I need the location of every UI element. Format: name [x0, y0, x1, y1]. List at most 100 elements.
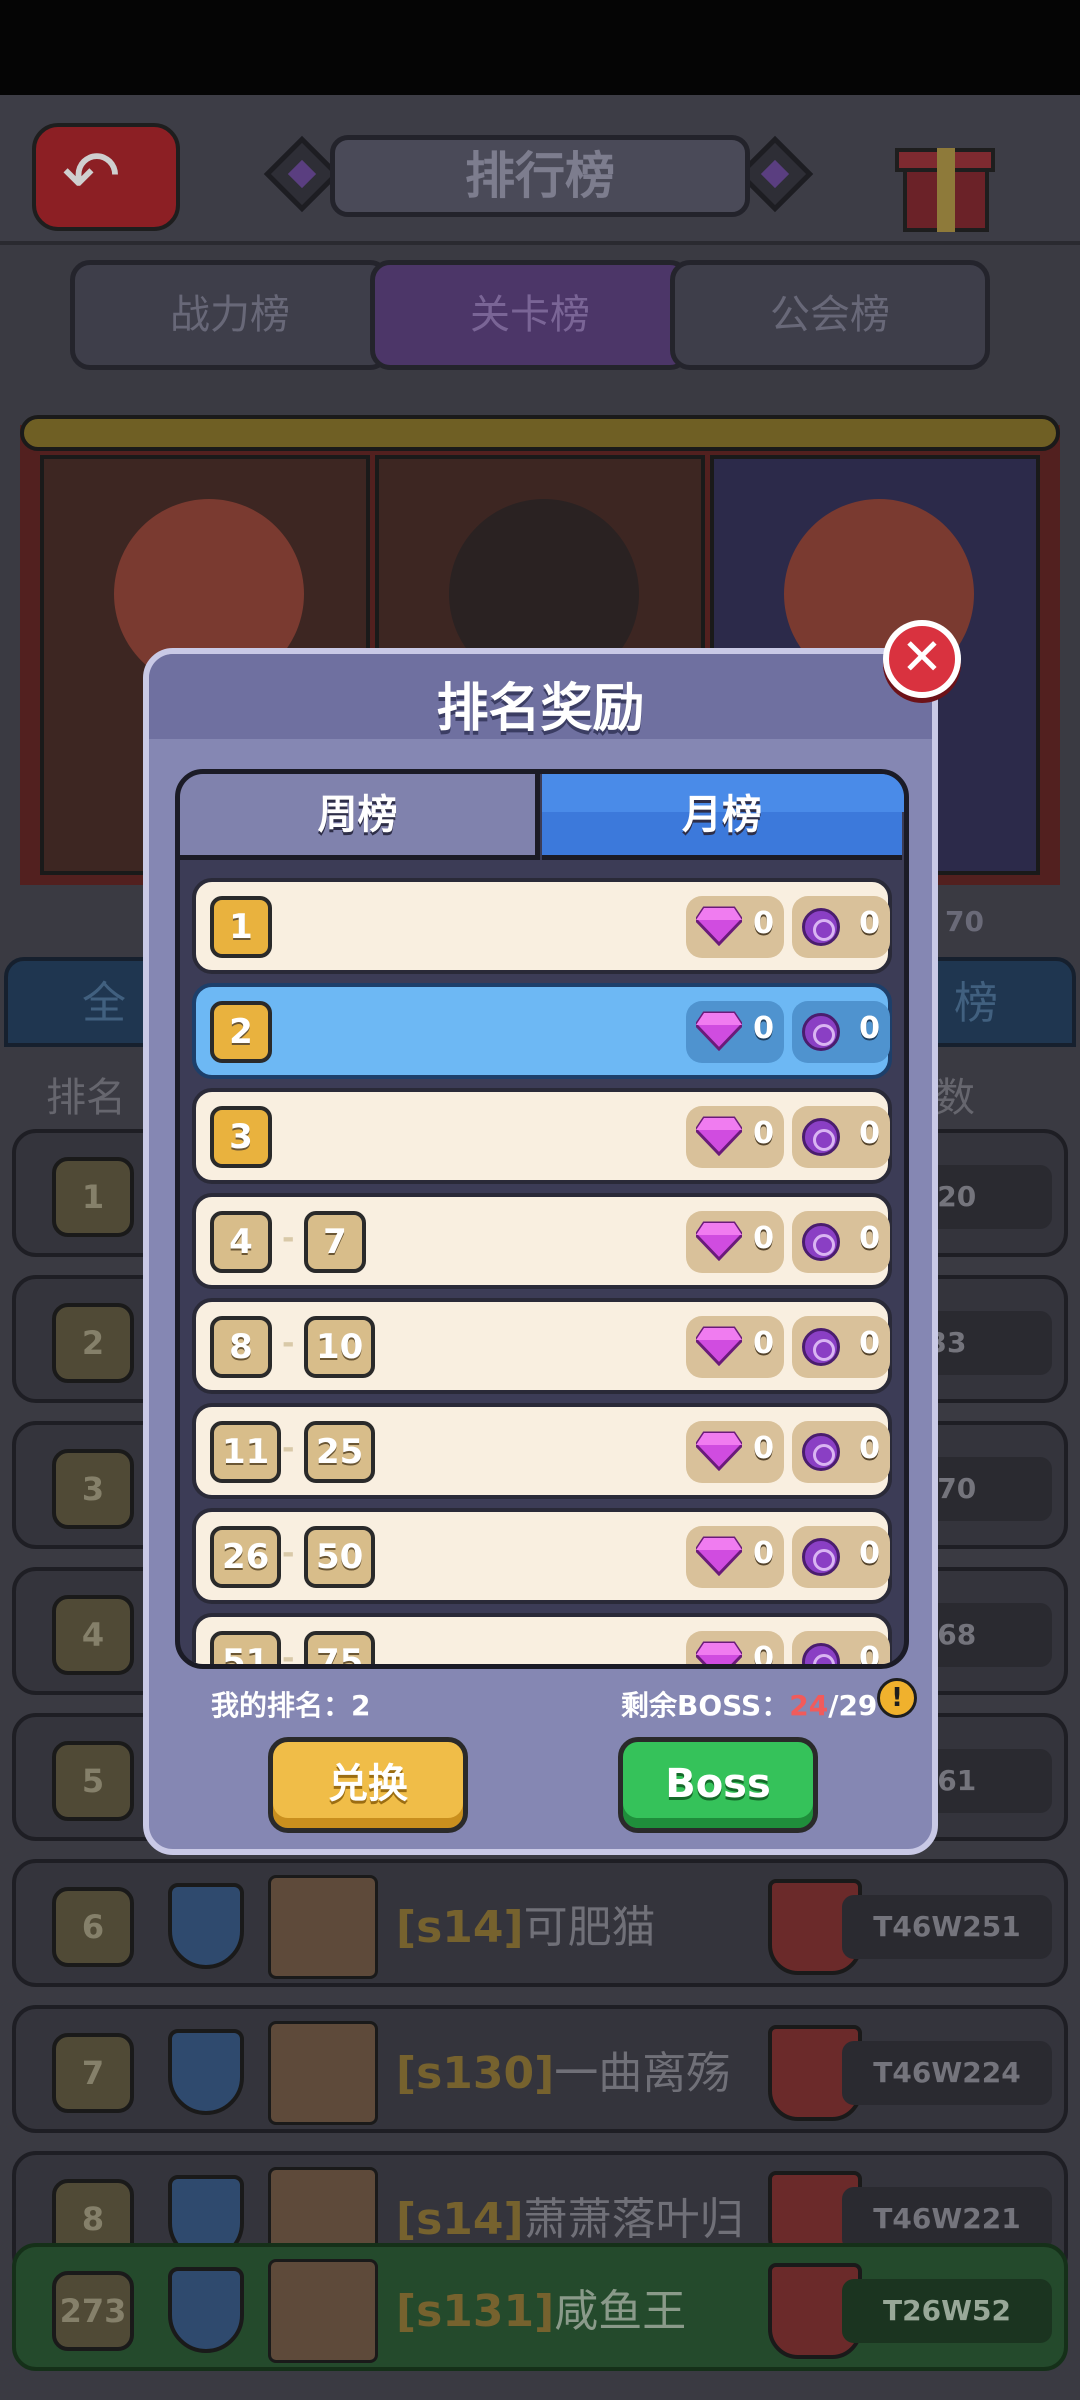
- coin-reward: 0: [792, 896, 890, 958]
- rank-reward-dialog: 排名奖励 周榜 月榜 1 0 0 2 0 0 3 0 0 4 - 7 0 0 8…: [143, 648, 938, 1855]
- boss-button[interactable]: Boss: [618, 1737, 818, 1833]
- boss-remaining: 剩余BOSS：24/29: [621, 1684, 877, 1724]
- gem-amount: 0: [753, 1326, 774, 1361]
- gem-reward: 0: [686, 1211, 784, 1273]
- table-row[interactable]: 7 [s130]一曲离殇 T46W224: [12, 2005, 1068, 2133]
- boss-label: 剩余BOSS：: [621, 1689, 790, 1722]
- gem-amount: 0: [753, 1221, 774, 1256]
- server-tag: [s14]: [396, 2194, 524, 2245]
- column-rank: 排名: [46, 1075, 126, 1121]
- gem-icon: [696, 1431, 742, 1471]
- rank-badge: 7: [52, 2033, 134, 2113]
- coin-reward: 0: [792, 1526, 890, 1588]
- server-tag: [s131]: [396, 2286, 555, 2337]
- reward-list[interactable]: 1 0 0 2 0 0 3 0 0 4 - 7 0 0 8 - 10 0 0 1…: [180, 870, 904, 1669]
- my-rank-value: 2: [351, 1689, 371, 1722]
- coin-icon: [802, 1433, 840, 1471]
- coin-amount: 0: [859, 1641, 880, 1669]
- coin-amount: 0: [859, 1431, 880, 1466]
- player-name: [s131]咸鱼王: [396, 2275, 686, 2339]
- rank-from: 1: [210, 896, 272, 958]
- reward-row: 3 0 0: [192, 1088, 892, 1184]
- title-ornament-left: [263, 135, 341, 213]
- shield-icon: [168, 1883, 244, 1969]
- rank-badge: 1: [52, 1157, 134, 1237]
- gem-reward: 0: [686, 1631, 784, 1669]
- reward-list-frame: 周榜 月榜 1 0 0 2 0 0 3 0 0 4 - 7 0 0 8 - 10…: [175, 769, 909, 1669]
- my-rank-row[interactable]: 273 [s131]咸鱼王 T26W52: [12, 2243, 1068, 2371]
- rank-from: 4: [210, 1211, 272, 1273]
- coin-amount: 0: [859, 1536, 880, 1571]
- gem-reward: 0: [686, 1421, 784, 1483]
- gem-amount: 0: [753, 906, 774, 941]
- rank-from: 8: [210, 1316, 272, 1378]
- gem-amount: 0: [753, 1116, 774, 1151]
- tab-monthly[interactable]: 月榜: [542, 774, 904, 860]
- podium-value: 70: [945, 905, 984, 938]
- boss-current: 24: [789, 1689, 829, 1722]
- range-dash: -: [282, 1431, 295, 1466]
- coin-icon: [802, 1328, 840, 1366]
- rank-badge: 4: [52, 1595, 134, 1675]
- player-name: [s14]萧萧落叶归: [396, 2183, 744, 2247]
- table-row[interactable]: 6 [s14]可肥猫 T46W251: [12, 1859, 1068, 1987]
- reward-row: 8 - 10 0 0: [192, 1298, 892, 1394]
- player-name-text: 咸鱼王: [554, 2286, 687, 2337]
- ranking-type-tabs: 战力榜 关卡榜 公会榜: [30, 260, 1050, 370]
- gem-reward: 0: [686, 1316, 784, 1378]
- server-tag: [s14]: [396, 1902, 524, 1953]
- coin-amount: 0: [859, 1116, 880, 1151]
- tab-weekly[interactable]: 周榜: [180, 774, 540, 860]
- tab-power[interactable]: 战力榜: [70, 260, 390, 370]
- player-name-text: 萧萧落叶归: [523, 2194, 744, 2245]
- gem-amount: 0: [753, 1641, 774, 1669]
- rank-to: 50: [304, 1526, 376, 1588]
- column-value: 数: [935, 1075, 975, 1121]
- coin-amount: 0: [859, 1011, 880, 1046]
- gem-icon: [696, 1641, 742, 1664]
- coin-reward: 0: [792, 1001, 890, 1063]
- gem-amount: 0: [753, 1011, 774, 1046]
- player-name: [s14]可肥猫: [396, 1891, 656, 1955]
- reward-row: 1 0 0: [192, 878, 892, 974]
- rank-badge: 5: [52, 1741, 134, 1821]
- coin-amount: 0: [859, 1221, 880, 1256]
- coin-icon: [802, 1223, 840, 1261]
- rank-to: 7: [304, 1211, 366, 1273]
- tab-monthly-label: 月榜: [682, 792, 762, 838]
- player-name: [s130]一曲离殇: [396, 2037, 730, 2101]
- close-icon[interactable]: ✕: [883, 620, 961, 698]
- shield-icon: [168, 2029, 244, 2115]
- server-tag: [s130]: [396, 2048, 555, 2099]
- tab-stage[interactable]: 关卡榜: [370, 260, 690, 370]
- tab-guild[interactable]: 公会榜: [670, 260, 990, 370]
- coin-reward: 0: [792, 1421, 890, 1483]
- range-dash: -: [282, 1326, 295, 1361]
- coin-icon: [802, 908, 840, 946]
- rank-badge: 6: [52, 1887, 134, 1967]
- gift-icon[interactable]: [895, 120, 995, 232]
- gem-reward: 0: [686, 1001, 784, 1063]
- gem-reward: 0: [686, 1106, 784, 1168]
- player-name-text: 可肥猫: [523, 1902, 656, 1953]
- reward-row: 11 - 25 0 0: [192, 1403, 892, 1499]
- rank-from: 3: [210, 1106, 272, 1168]
- rank-from: 26: [210, 1526, 282, 1588]
- avatar: [268, 2021, 378, 2125]
- rank-to: 25: [304, 1421, 376, 1483]
- row-score: T46W224: [842, 2041, 1052, 2105]
- rank-badge: 273: [52, 2271, 134, 2351]
- warning-icon[interactable]: !: [877, 1678, 917, 1718]
- coin-amount: 0: [859, 1326, 880, 1361]
- top-bar: ↶ 排行榜: [0, 95, 1080, 245]
- coin-reward: 0: [792, 1106, 890, 1168]
- gem-reward: 0: [686, 1526, 784, 1588]
- rank-badge: 3: [52, 1449, 134, 1529]
- boss-total: 29: [838, 1689, 878, 1722]
- range-dash: -: [282, 1221, 295, 1256]
- coin-icon: [802, 1538, 840, 1576]
- exchange-button[interactable]: 兑换: [268, 1737, 468, 1833]
- back-button[interactable]: ↶: [32, 123, 180, 231]
- reward-row: 26 - 50 0 0: [192, 1508, 892, 1604]
- gem-icon: [696, 1326, 742, 1366]
